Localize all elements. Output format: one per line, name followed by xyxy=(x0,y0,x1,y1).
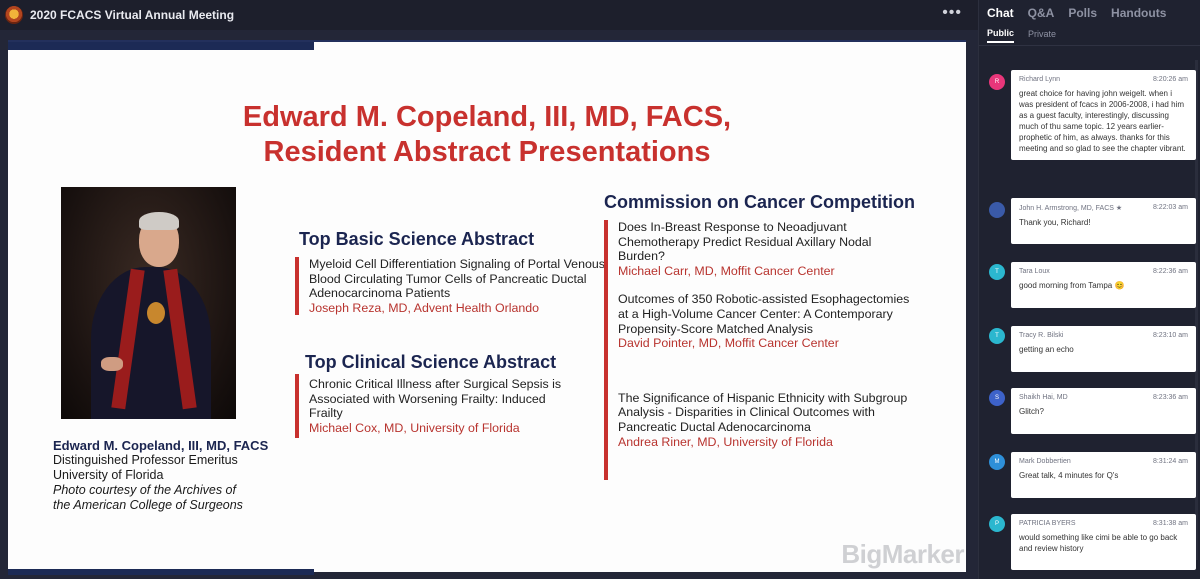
tab-polls[interactable]: Polls xyxy=(1068,6,1097,20)
panel-tabs: Chat Q&A Polls Handouts xyxy=(979,0,1200,26)
avatar: T xyxy=(989,328,1005,344)
slide-title: Edward M. Copeland, III, MD, FACS, Resid… xyxy=(8,100,966,170)
basic-science-block: Myeloid Cell Differentiation Signaling o… xyxy=(295,257,615,316)
basic-science-heading: Top Basic Science Abstract xyxy=(299,229,535,249)
more-dots-icon[interactable]: ••• xyxy=(942,4,962,22)
message-author: PATRICIA BYERS xyxy=(1019,520,1076,527)
caption-name: Edward M. Copeland, III, MD, FACS xyxy=(53,438,269,453)
avatar: P xyxy=(989,516,1005,532)
abstract-author: Michael Carr, MD, Moffit Cancer Center xyxy=(618,263,835,278)
tab-qa[interactable]: Q&A xyxy=(1028,6,1055,20)
message-text: great choice for having john weigelt. wh… xyxy=(1019,89,1186,153)
message-author: Shaikh Hai, MD xyxy=(1019,394,1068,401)
commission-block: Does In-Breast Response to Neoadjuvant C… xyxy=(604,220,914,480)
fcacs-logo-icon xyxy=(5,6,23,24)
caption-line: University of Florida xyxy=(53,468,164,482)
bigmarker-watermark: BigMarker xyxy=(841,539,964,569)
slide-accent-bottom xyxy=(8,569,314,575)
chat-message: John H. Armstrong, MD, FACS ★ 8:22:03 am … xyxy=(1011,198,1196,244)
message-time: 8:23:36 am xyxy=(1152,394,1188,401)
portrait-caption: Edward M. Copeland, III, MD, FACS Distin… xyxy=(53,438,268,513)
message-author: Tracy R. Bilski xyxy=(1019,332,1064,339)
clinical-science-block: Chronic Critical Illness after Surgical … xyxy=(295,374,575,439)
tab-chat[interactable]: Chat xyxy=(987,6,1014,20)
chat-message: Richard Lynn 8:20:26 am great choice for … xyxy=(1011,70,1196,160)
commission-heading: Commission on Cancer Competition xyxy=(604,192,916,212)
chat-message: Tara Loux 8:22:36 am good morning from Ta… xyxy=(1011,262,1196,308)
chat-message: Shaikh Hai, MD 8:23:36 am Glitch? xyxy=(1011,388,1196,434)
abstract-title: Myeloid Cell Differentiation Signaling o… xyxy=(309,257,605,301)
chat-message: Mark Dobbertien 8:31:24 am Great talk, 4 … xyxy=(1011,452,1196,498)
abstract-author: David Pointer, MD, Moffit Cancer Center xyxy=(618,336,839,351)
message-time: 8:22:03 am xyxy=(1152,204,1188,211)
message-text: Great talk, 4 minutes for Q's xyxy=(1019,471,1119,480)
message-text: good morning from Tampa 😊 xyxy=(1019,281,1125,290)
abstract-title: Outcomes of 350 Robotic-assisted Esophag… xyxy=(618,292,910,336)
presentation-stage: Edward M. Copeland, III, MD, FACS, Resid… xyxy=(0,30,978,579)
message-author: Tara Loux xyxy=(1019,268,1050,275)
commission-item: Outcomes of 350 Robotic-assisted Esophag… xyxy=(618,292,914,350)
top-bar: 2020 FCACS Virtual Annual Meeting ••• xyxy=(0,0,978,30)
clinical-science-heading: Top Clinical Science Abstract xyxy=(305,352,557,372)
message-time: 8:31:24 am xyxy=(1152,458,1188,465)
abstract-author: Joseph Reza, MD, Advent Health Orlando xyxy=(309,300,540,315)
chat-panel: Chat Q&A Polls Handouts Public Private R… xyxy=(978,0,1200,579)
chat-message: PATRICIA BYERS 8:31:38 am would something… xyxy=(1011,514,1196,570)
app-window: 2020 FCACS Virtual Annual Meeting ••• Ed… xyxy=(0,0,1200,579)
message-time: 8:23:10 am xyxy=(1152,332,1188,339)
abstract-author: Andrea Riner, MD, University of Florida xyxy=(618,434,833,449)
message-text: would something like cimi be able to go … xyxy=(1019,533,1178,553)
subtab-private[interactable]: Private xyxy=(1028,29,1056,42)
commission-item: The Significance of Hispanic Ethnicity w… xyxy=(618,391,914,449)
message-text: getting an echo xyxy=(1019,345,1074,354)
message-author: Mark Dobbertien xyxy=(1019,458,1071,465)
avatar: R xyxy=(989,74,1005,90)
message-author: John H. Armstrong, MD, FACS ★ xyxy=(1019,205,1123,212)
abstract-author: Michael Cox, MD, University of Florida xyxy=(309,420,520,435)
portrait-photo xyxy=(61,187,236,419)
subtab-public[interactable]: Public xyxy=(987,28,1015,43)
slide: Edward M. Copeland, III, MD, FACS, Resid… xyxy=(8,40,966,575)
avatar xyxy=(989,202,1005,218)
abstract-title: The Significance of Hispanic Ethnicity w… xyxy=(618,390,908,434)
tab-handouts[interactable]: Handouts xyxy=(1111,6,1166,20)
message-text: Glitch? xyxy=(1019,407,1044,416)
caption-credit: Photo courtesy of the Archives of xyxy=(53,483,236,497)
slide-title-line2: Resident Abstract Presentations xyxy=(263,136,711,168)
abstract-title: Chronic Critical Illness after Surgical … xyxy=(309,377,562,421)
message-time: 8:22:36 am xyxy=(1152,268,1188,275)
window-title: 2020 FCACS Virtual Annual Meeting xyxy=(30,8,235,22)
chat-subtabs: Public Private xyxy=(979,26,1200,46)
commission-item: Does In-Breast Response to Neoadjuvant C… xyxy=(618,220,914,278)
caption-credit: the American College of Surgeons xyxy=(53,498,243,512)
message-time: 8:31:38 am xyxy=(1152,520,1188,527)
slide-accent-top xyxy=(8,42,314,50)
message-author: Richard Lynn xyxy=(1019,76,1060,83)
slide-title-line1: Edward M. Copeland, III, MD, FACS, xyxy=(242,101,732,133)
avatar: S xyxy=(989,390,1005,406)
message-text: Thank you, Richard! xyxy=(1019,218,1091,227)
avatar: T xyxy=(989,264,1005,280)
abstract-title: Does In-Breast Response to Neoadjuvant C… xyxy=(618,220,872,264)
chat-message: Tracy R. Bilski 8:23:10 am getting an ech… xyxy=(1011,326,1196,372)
caption-line: Distinguished Professor Emeritus xyxy=(53,453,238,467)
message-time: 8:20:26 am xyxy=(1152,76,1188,83)
avatar: M xyxy=(989,454,1005,470)
